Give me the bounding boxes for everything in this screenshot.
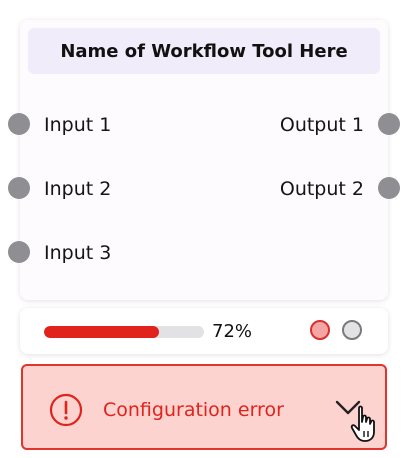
exclamation-circle-icon [49, 393, 83, 427]
status-dot-error[interactable] [310, 320, 330, 340]
output-label-1: Output 1 [279, 114, 364, 136]
output-port-1[interactable] [378, 113, 400, 135]
error-message: Configuration error [103, 399, 284, 421]
progress-bar-fill [44, 326, 160, 338]
progress-percent: 72% [212, 321, 253, 342]
output-port-2[interactable] [378, 177, 400, 199]
input-label-1: Input 1 [44, 114, 112, 136]
progress-card: 72% [20, 308, 388, 354]
workflow-node-card[interactable]: Name of Workflow Tool Here Input 1 Outpu… [8, 20, 400, 300]
input-label-2: Input 2 [44, 178, 112, 200]
input-port-1[interactable] [8, 113, 30, 135]
input-port-2[interactable] [8, 177, 30, 199]
input-port-3[interactable] [8, 241, 30, 263]
node-title: Name of Workflow Tool Here [28, 28, 380, 74]
input-label-3: Input 3 [44, 242, 112, 264]
output-label-2: Output 2 [279, 178, 364, 200]
status-dot-idle[interactable] [342, 320, 362, 340]
progress-bar [44, 326, 204, 338]
error-banner[interactable]: Configuration error [21, 364, 387, 450]
hand-pointer-cursor-icon [350, 405, 375, 442]
